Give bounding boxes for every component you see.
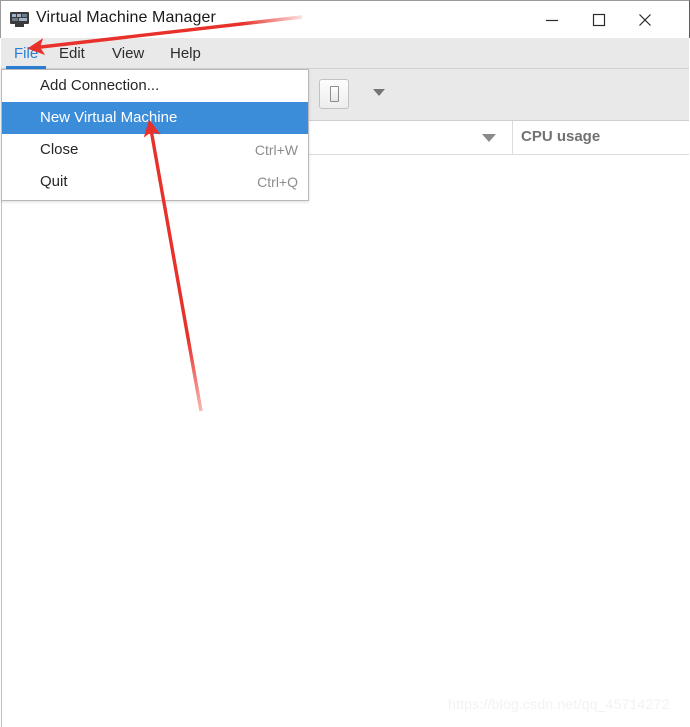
minimize-button[interactable] <box>529 1 575 38</box>
menu-item-help[interactable]: Help <box>162 38 209 69</box>
menu-option-add-connection-label: Add Connection... <box>40 77 160 94</box>
menu-item-file[interactable]: File <box>6 38 47 69</box>
vm-list[interactable] <box>1 155 689 727</box>
close-button[interactable] <box>622 1 668 38</box>
menu-bar: File Edit View Help <box>1 38 689 69</box>
title-bar: Virtual Machine Manager <box>0 0 690 38</box>
menu-option-new-virtual-machine-label: New Virtual Machine <box>40 109 178 126</box>
menu-option-quit-label: Quit <box>40 173 68 190</box>
new-virtual-machine-icon[interactable] <box>319 79 349 109</box>
menu-option-new-virtual-machine[interactable]: New Virtual Machine <box>2 102 308 134</box>
menu-item-view[interactable]: View <box>104 38 152 69</box>
menu-item-edit[interactable]: Edit <box>51 38 93 69</box>
virtual-machine-manager-window: Virtual Machine Manager File Edit View H… <box>0 0 690 727</box>
column-header-cpu-usage-label: CPU usage <box>521 128 601 145</box>
file-menu-popup: Add Connection... New Virtual Machine Cl… <box>1 69 309 201</box>
window-title: Virtual Machine Manager <box>36 9 216 26</box>
menu-option-quit[interactable]: Quit Ctrl+Q <box>2 166 308 198</box>
menu-option-close-label: Close <box>40 141 79 158</box>
menu-option-add-connection[interactable]: Add Connection... <box>2 70 308 102</box>
virtual-machine-icon <box>10 12 29 27</box>
menu-option-close[interactable]: Close Ctrl+W <box>2 134 308 166</box>
chevron-down-icon[interactable] <box>373 89 385 96</box>
watermark: https://blog.csdn.net/qq_45714272 <box>448 696 670 712</box>
sort-descending-icon <box>482 134 496 142</box>
menu-option-quit-accelerator: Ctrl+Q <box>257 174 298 190</box>
menu-option-close-accelerator: Ctrl+W <box>254 142 298 158</box>
vm-display-glyph <box>330 86 339 102</box>
maximize-button[interactable] <box>576 1 622 38</box>
column-header-cpu-usage[interactable]: CPU usage <box>513 121 689 154</box>
